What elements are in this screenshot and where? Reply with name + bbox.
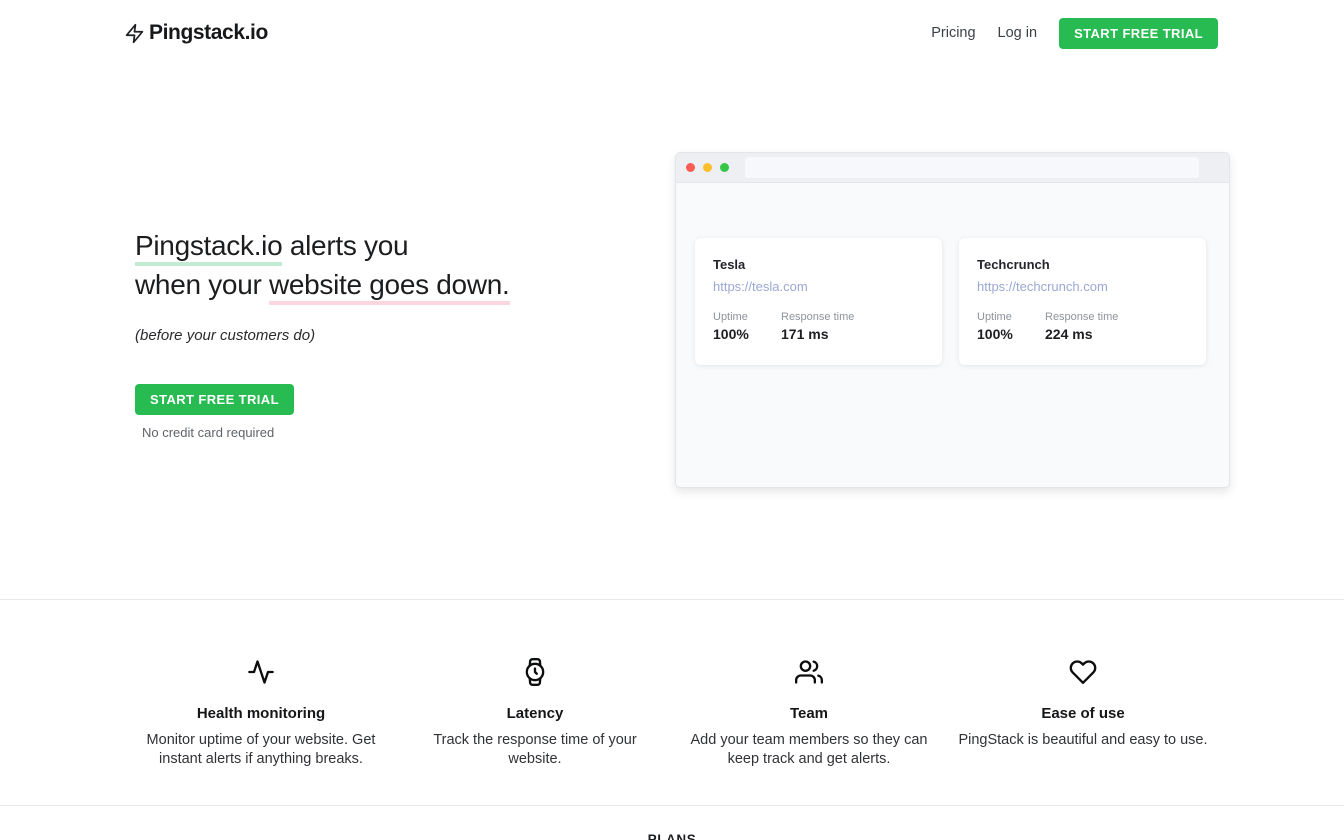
nav-link-login[interactable]: Log in bbox=[998, 25, 1038, 41]
uptime-value: 100% bbox=[977, 326, 1041, 342]
uptime-label: Uptime bbox=[713, 311, 777, 323]
browser-url-bar bbox=[745, 157, 1199, 178]
traffic-light-dots bbox=[686, 163, 729, 172]
hero-section: Pingstack.io alerts you when your websit… bbox=[0, 54, 1344, 599]
uptime-label: Uptime bbox=[977, 311, 1041, 323]
zap-icon bbox=[124, 23, 145, 44]
brand-name: Pingstack.io bbox=[149, 21, 268, 45]
monitor-name: Tesla bbox=[713, 257, 924, 272]
header: Pingstack.io Pricing Log in START FREE T… bbox=[0, 0, 1344, 54]
hero-highlight-downtime: website goes down. bbox=[269, 269, 510, 305]
feature-title: Ease of use bbox=[946, 705, 1220, 722]
feature-description: Track the response time of your website. bbox=[406, 731, 664, 769]
plans-section: PLANS bbox=[0, 805, 1344, 840]
feature-description: PingStack is beautiful and easy to use. bbox=[954, 731, 1212, 750]
maximize-dot-icon bbox=[720, 163, 729, 172]
hero-title-line1-rest: alerts you bbox=[282, 230, 408, 261]
monitor-card-tesla: Tesla https://tesla.com Uptime 100% Resp… bbox=[695, 238, 942, 365]
feature-health-monitoring: Health monitoring Monitor uptime of your… bbox=[124, 658, 398, 769]
response-time-label: Response time bbox=[1045, 311, 1118, 323]
browser-titlebar bbox=[676, 153, 1229, 183]
response-time-value: 171 ms bbox=[781, 326, 854, 342]
feature-latency: Latency Track the response time of your … bbox=[398, 658, 672, 769]
feature-description: Add your team members so they can keep t… bbox=[680, 731, 938, 769]
response-time-label: Response time bbox=[781, 311, 854, 323]
browser-content: Tesla https://tesla.com Uptime 100% Resp… bbox=[676, 183, 1229, 365]
heart-icon bbox=[946, 658, 1220, 691]
nav-link-pricing[interactable]: Pricing bbox=[931, 25, 975, 41]
plans-heading: PLANS bbox=[0, 832, 1344, 840]
main-nav: Pricing Log in START FREE TRIAL bbox=[931, 18, 1218, 49]
response-time-value: 224 ms bbox=[1045, 326, 1118, 342]
uptime-value: 100% bbox=[713, 326, 777, 342]
feature-title: Latency bbox=[398, 705, 672, 722]
feature-description: Monitor uptime of your website. Get inst… bbox=[132, 731, 390, 769]
feature-title: Team bbox=[672, 705, 946, 722]
browser-mockup: Tesla https://tesla.com Uptime 100% Resp… bbox=[675, 152, 1230, 488]
feature-team: Team Add your team members so they can k… bbox=[672, 658, 946, 769]
feature-title: Health monitoring bbox=[124, 705, 398, 722]
hero-subtitle: (before your customers do) bbox=[135, 327, 510, 344]
hero-title-line1: Pingstack.io alerts you bbox=[135, 226, 510, 265]
no-credit-card-note: No credit card required bbox=[142, 425, 510, 440]
activity-icon bbox=[124, 658, 398, 691]
minimize-dot-icon bbox=[703, 163, 712, 172]
monitor-url: https://tesla.com bbox=[713, 279, 924, 294]
hero-title: Pingstack.io alerts you when your websit… bbox=[135, 226, 510, 304]
monitor-url: https://techcrunch.com bbox=[977, 279, 1188, 294]
brand-logo[interactable]: Pingstack.io bbox=[124, 21, 268, 45]
watch-icon bbox=[398, 658, 672, 691]
hero-start-trial-button[interactable]: START FREE TRIAL bbox=[135, 384, 294, 415]
monitor-name: Techcrunch bbox=[977, 257, 1188, 272]
nav-start-trial-button[interactable]: START FREE TRIAL bbox=[1059, 18, 1218, 49]
hero-highlight-brand: Pingstack.io bbox=[135, 230, 282, 266]
hero-title-line2-prefix: when your bbox=[135, 269, 269, 300]
hero-title-line2: when your website goes down. bbox=[135, 265, 510, 304]
monitor-card-techcrunch: Techcrunch https://techcrunch.com Uptime… bbox=[959, 238, 1206, 365]
feature-ease-of-use: Ease of use PingStack is beautiful and e… bbox=[946, 658, 1220, 769]
hero-copy: Pingstack.io alerts you when your websit… bbox=[135, 226, 510, 440]
users-icon bbox=[672, 658, 946, 691]
features-section: Health monitoring Monitor uptime of your… bbox=[0, 599, 1344, 805]
close-dot-icon bbox=[686, 163, 695, 172]
